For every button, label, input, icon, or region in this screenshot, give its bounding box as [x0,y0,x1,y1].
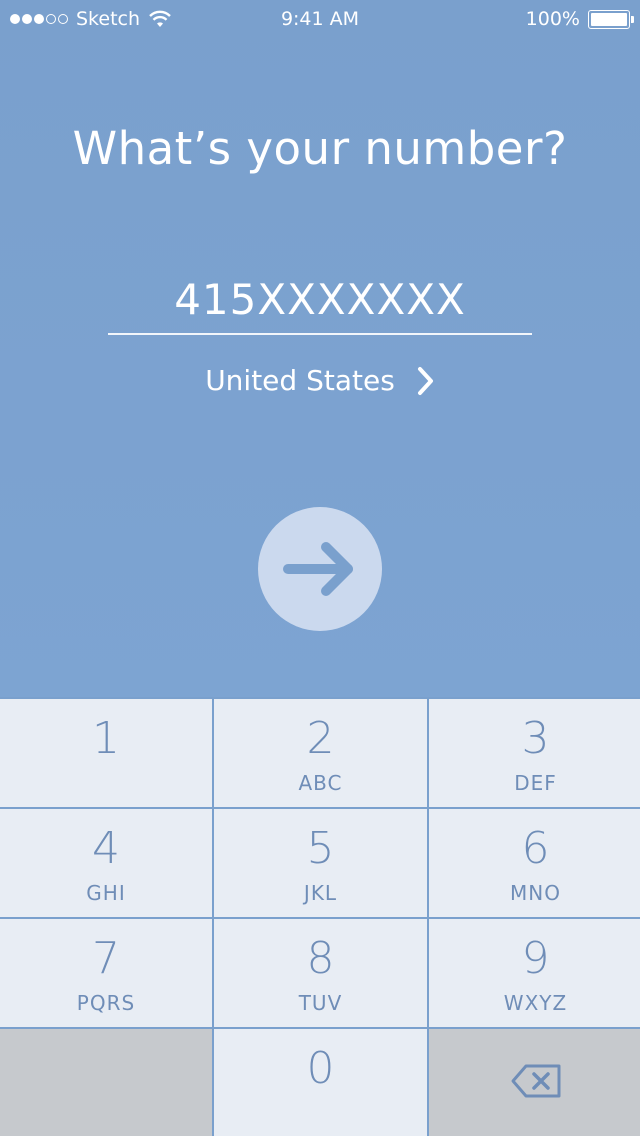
key-letters: DEF [514,771,557,795]
key-letters: JKL [303,881,338,905]
key-6[interactable]: 6 MNO [429,809,640,917]
key-digit: 7 [92,933,120,984]
key-3[interactable]: 3 DEF [429,699,640,807]
battery-icon [588,9,634,29]
key-5[interactable]: 5 JKL [214,809,427,917]
numeric-keypad: 1 2 ABC 3 DEF 4 GHI 5 JKL 6 MNO 7 PQRS 8 [0,697,640,1136]
delete-key[interactable] [429,1029,640,1136]
battery-fill [591,12,627,26]
country-label: United States [205,364,395,397]
key-9[interactable]: 9 WXYZ [429,919,640,1027]
battery-percentage: 100% [525,8,580,30]
phone-entry-screen: Sketch 9:41 AM 100% What’s your number? … [0,0,640,1136]
key-digit: 9 [521,933,550,984]
key-letters: ABC [298,771,343,795]
page-title: What’s your number? [72,122,568,175]
key-0[interactable]: 0 [214,1029,427,1136]
key-digit: 3 [521,713,550,764]
key-letters: PQRS [76,991,136,1015]
backspace-icon [511,1064,560,1098]
key-letters: GHI [86,881,126,905]
chevron-right-icon [417,366,433,395]
key-7[interactable]: 7 PQRS [0,919,212,1027]
key-digit: 8 [306,933,335,984]
key-letters: MNO [510,881,561,905]
key-2[interactable]: 2 ABC [214,699,427,807]
next-button[interactable] [258,507,382,631]
key-digit: 4 [92,823,120,874]
status-right: 100% [525,8,634,30]
country-selector[interactable]: United States [0,364,640,397]
key-letters: WXYZ [503,991,568,1015]
key-4[interactable]: 4 GHI [0,809,212,917]
key-digit: 6 [521,823,550,874]
key-letters: TUV [298,991,343,1015]
key-8[interactable]: 8 TUV [214,919,427,1027]
arrow-right-icon [283,542,353,596]
key-digit: 0 [306,1043,335,1094]
key-digit: 1 [92,713,120,764]
key-digit: 2 [306,713,335,764]
battery-tip [631,15,634,23]
key-blank [0,1029,212,1136]
status-bar: Sketch 9:41 AM 100% [0,0,640,40]
key-1[interactable]: 1 [0,699,212,807]
key-digit: 5 [306,823,335,874]
phone-number-input[interactable] [108,265,532,335]
